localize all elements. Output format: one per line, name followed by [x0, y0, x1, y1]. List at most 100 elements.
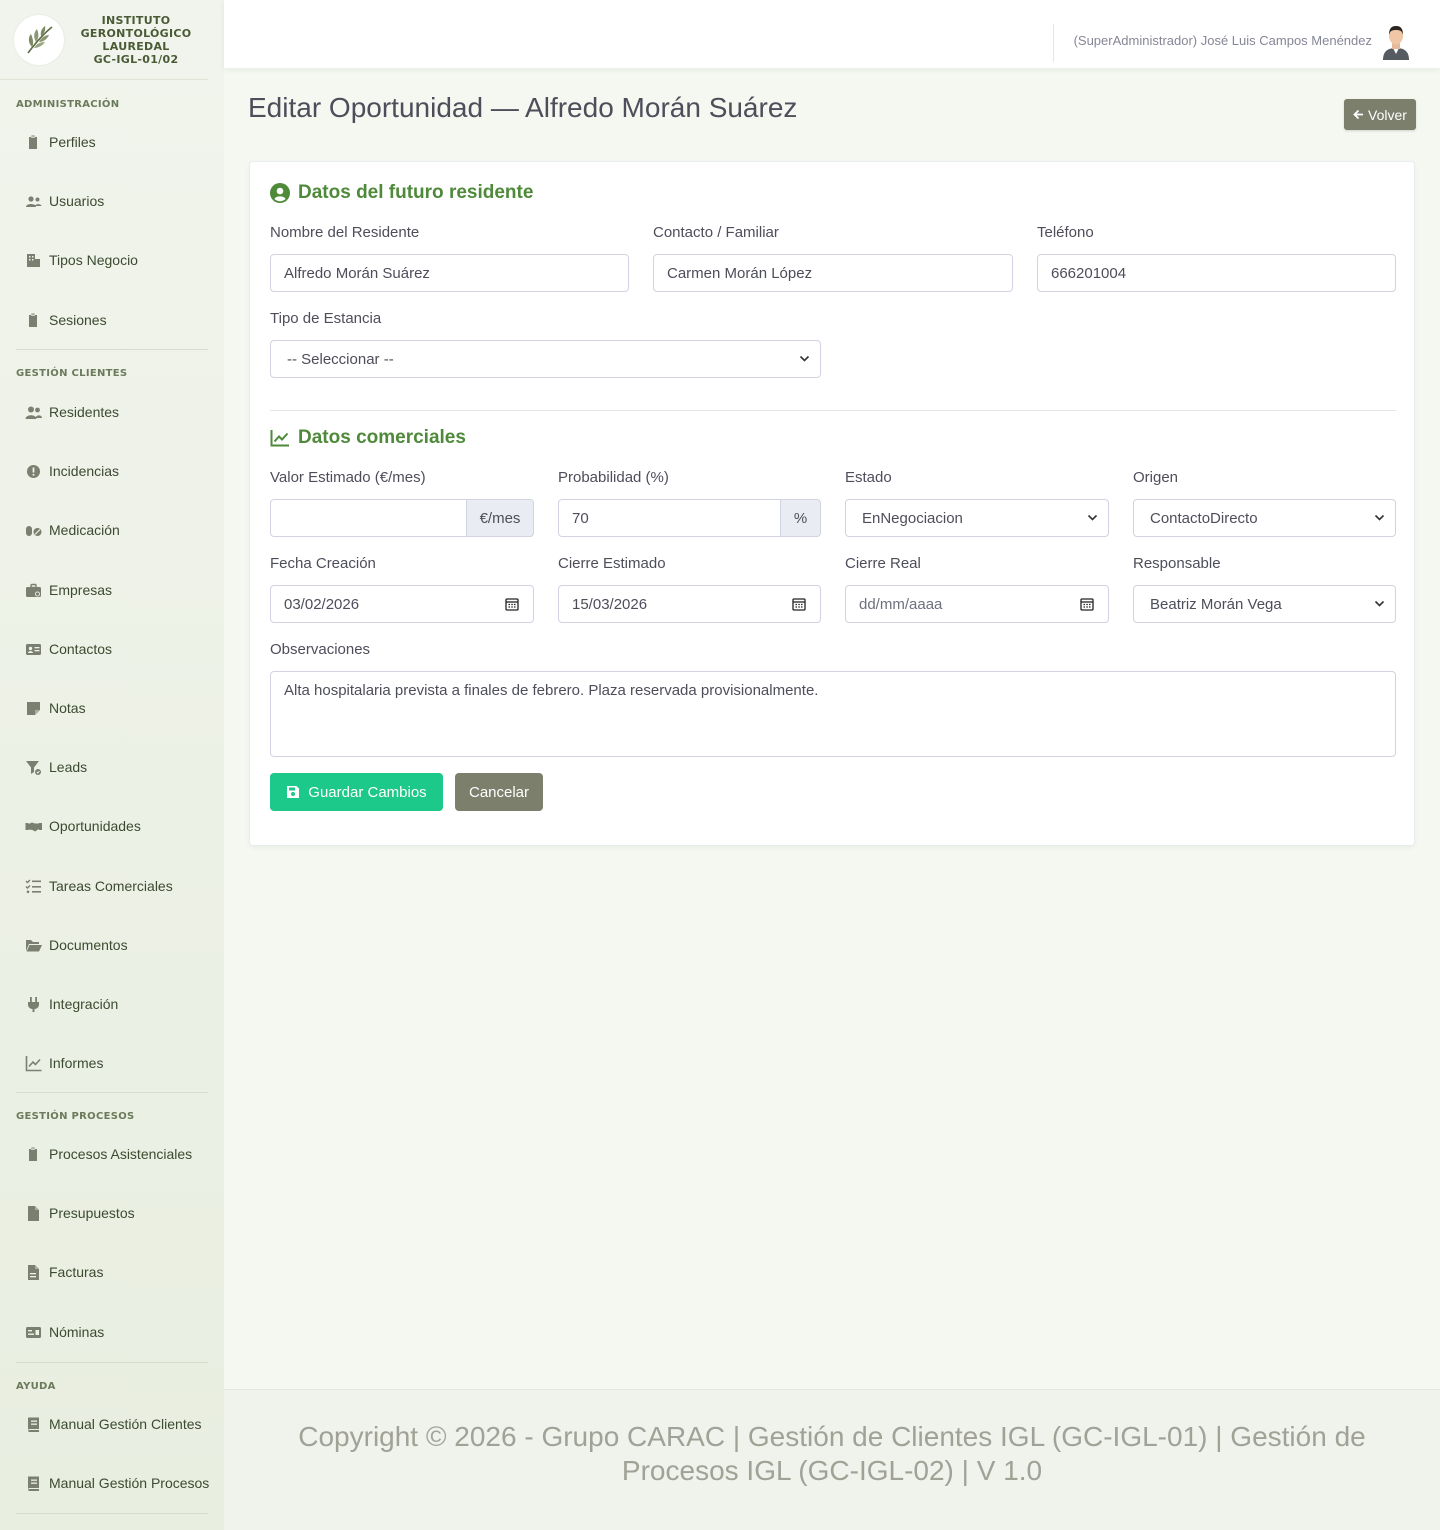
state-label: Estado — [845, 469, 892, 486]
sidebar-item-label: Medicación — [49, 522, 120, 538]
sidebar-item-sesiones[interactable]: Sesiones — [0, 308, 224, 332]
phone-label: Teléfono — [1037, 224, 1094, 241]
sidebar-item-contactos[interactable]: Contactos — [0, 637, 224, 661]
sidebar-item-medicacion[interactable]: Medicación — [0, 518, 224, 542]
estimated-close-input[interactable]: 15/03/2026 — [558, 585, 821, 623]
avatar[interactable] — [1380, 24, 1412, 60]
user-friends-icon — [24, 403, 42, 421]
sidebar-item-label: Notas — [49, 700, 86, 716]
save-button-label: Guardar Cambios — [308, 783, 427, 801]
save-button[interactable]: Guardar Cambios — [270, 773, 443, 811]
owner-value: Beatriz Morán Vega — [1150, 595, 1282, 613]
sidebar-item-integracion[interactable]: Integración — [0, 992, 224, 1016]
handshake-icon — [24, 817, 42, 835]
section-title-text: Datos del futuro residente — [298, 182, 534, 203]
sidebar-item-label: Manual Gestión Procesos — [49, 1475, 210, 1491]
copyright-text: Copyright © 2026 - Grupo CARAC | Gestión… — [298, 1421, 1366, 1486]
sidebar-item-procesos-asistenciales[interactable]: Procesos Asistenciales — [0, 1142, 224, 1166]
user-name[interactable]: (SuperAdministrador) José Luis Campos Me… — [1074, 33, 1372, 48]
sidebar-item-facturas[interactable]: Facturas — [0, 1260, 224, 1284]
chevron-down-icon — [799, 355, 810, 362]
probability-input[interactable]: 70 — [558, 499, 781, 537]
nav-divider — [16, 1513, 208, 1514]
phone-input[interactable]: 666201004 — [1037, 254, 1396, 292]
created-date-input[interactable]: 03/02/2026 — [270, 585, 534, 623]
sidebar-item-nominas[interactable]: Nóminas — [0, 1320, 224, 1344]
sidebar-item-label: Incidencias — [49, 463, 120, 479]
calendar-icon[interactable] — [1080, 597, 1094, 611]
origin-label: Origen — [1133, 469, 1179, 486]
state-value: EnNegociacion — [862, 509, 963, 527]
sidebar-item-label: Leads — [49, 759, 88, 775]
page-title: Editar Oportunidad — Alfredo Morán Suáre… — [248, 92, 798, 123]
sidebar-item-label: Facturas — [49, 1264, 104, 1280]
sidebar-item-label: Presupuestos — [49, 1205, 135, 1221]
real-close-input[interactable]: dd/mm/aaaa — [845, 585, 1109, 623]
owner-label: Responsable — [1133, 555, 1221, 572]
sidebar-item-manual-gestion-clientes[interactable]: Manual Gestión Clientes — [0, 1412, 224, 1436]
sidebar-item-label: Sesiones — [49, 312, 107, 328]
sidebar-item-leads[interactable]: Leads — [0, 755, 224, 779]
origin-value: ContactoDirecto — [1150, 509, 1258, 527]
nav-divider — [16, 349, 208, 350]
sidebar-item-tareas-comerciales[interactable]: Tareas Comerciales — [0, 874, 224, 898]
sidebar-item-empresas[interactable]: Empresas — [0, 578, 224, 602]
topbar: (SuperAdministrador) José Luis Campos Me… — [224, 0, 1440, 68]
sidebar-item-presupuestos[interactable]: Presupuestos — [0, 1201, 224, 1225]
estimated-value-input[interactable] — [270, 499, 467, 537]
footer: Copyright © 2026 - Grupo CARAC | Gestión… — [224, 1389, 1440, 1530]
book-icon — [24, 1474, 42, 1492]
cancel-button[interactable]: Cancelar — [455, 773, 543, 811]
chart-line-icon — [270, 430, 289, 447]
nav-divider — [16, 1092, 208, 1093]
pills-icon — [24, 521, 42, 539]
building-icon — [24, 251, 42, 269]
sidebar-item-documentos[interactable]: Documentos — [0, 933, 224, 957]
tasks-icon — [24, 877, 42, 895]
contact-value: Carmen Morán López — [667, 264, 813, 282]
user-circle-icon — [270, 183, 290, 203]
state-select[interactable]: EnNegociacion — [845, 499, 1109, 537]
probability-label: Probabilidad (%) — [558, 469, 669, 486]
created-date-label: Fecha Creación — [270, 555, 376, 572]
owner-select[interactable]: Beatriz Morán Vega — [1133, 585, 1396, 623]
save-icon — [287, 786, 300, 798]
brand-line: INSTITUTO — [101, 13, 171, 27]
brand[interactable]: INSTITUTO GERONTOLÓGICO LAUREDAL GC-IGL-… — [0, 0, 208, 80]
topbar-divider — [1053, 24, 1054, 62]
section-divider — [270, 410, 1396, 411]
contact-input[interactable]: Carmen Morán López — [653, 254, 1013, 292]
sidebar-item-perfiles[interactable]: Perfiles — [0, 130, 224, 154]
estimated-close-value: 15/03/2026 — [572, 595, 648, 613]
funnel-icon — [24, 758, 42, 776]
resident-name-value: Alfredo Morán Suárez — [284, 264, 430, 282]
sidebar-item-tipos-negocio[interactable]: Tipos Negocio — [0, 248, 224, 272]
stay-type-select[interactable]: -- Seleccionar -- — [270, 340, 821, 378]
sidebar-item-incidencias[interactable]: Incidencias — [0, 459, 224, 483]
phone-value: 666201004 — [1051, 264, 1127, 282]
origin-select[interactable]: ContactoDirecto — [1133, 499, 1396, 537]
resident-section-title: Datos del futuro residente — [270, 182, 533, 204]
stay-type-value: -- Seleccionar -- — [287, 350, 394, 368]
notes-textarea[interactable]: Alta hospitalaria prevista a finales de … — [270, 671, 1396, 757]
sidebar-item-informes[interactable]: Informes — [0, 1051, 224, 1075]
created-date-value: 03/02/2026 — [284, 595, 360, 613]
sidebar-item-label: Perfiles — [49, 134, 96, 150]
resident-name-input[interactable]: Alfredo Morán Suárez — [270, 254, 629, 292]
brand-line: GERONTOLÓGICO — [80, 26, 192, 40]
sidebar-item-oportunidades[interactable]: Oportunidades — [0, 814, 224, 838]
back-button[interactable]: Volver — [1344, 99, 1416, 130]
section-title-text: Datos comerciales — [298, 427, 466, 448]
value-label: Valor Estimado (€/mes) — [270, 469, 426, 486]
sidebar-item-label: Nóminas — [49, 1324, 105, 1340]
nav-heading: ADMINISTRACIÓN — [16, 99, 120, 110]
calendar-icon[interactable] — [505, 597, 519, 611]
sidebar-item-usuarios[interactable]: Usuarios — [0, 189, 224, 213]
sidebar-item-notas[interactable]: Notas — [0, 696, 224, 720]
brand-line: LAUREDAL — [102, 39, 170, 53]
calendar-icon[interactable] — [792, 597, 806, 611]
chevron-down-icon — [1374, 514, 1385, 521]
sidebar-item-label: Residentes — [49, 404, 120, 420]
sidebar-item-residentes[interactable]: Residentes — [0, 400, 224, 424]
sidebar-item-manual-gestion-procesos[interactable]: Manual Gestión Procesos — [0, 1471, 224, 1495]
